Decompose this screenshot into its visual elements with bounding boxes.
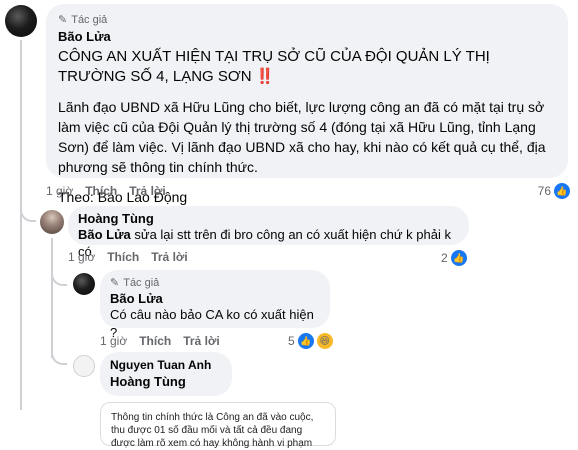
author-badge: ✎ Tác giả	[58, 13, 556, 27]
thumbs-up-icon: 👍	[450, 250, 467, 266]
reaction-summary[interactable]: 76 👍	[538, 183, 570, 199]
comment-actions: 1 giờ Thích Trả lời	[46, 184, 166, 198]
reaction-count: 76	[537, 184, 551, 198]
comment-bubble: Hoàng Tùng Bão Lửa sửa lại stt trên đi b…	[68, 206, 469, 259]
reaction-summary[interactable]: 2 👍	[441, 250, 467, 266]
thread-connector	[51, 270, 67, 286]
author-badge: ✎ Tác giả	[110, 276, 320, 290]
thread-line	[20, 40, 22, 410]
thread-connector	[51, 345, 67, 365]
comment-actions: 1 giờ Thích Trả lời	[100, 334, 220, 348]
double-exclamation-icon: ‼️	[255, 68, 275, 85]
comment-time[interactable]: 1 giờ	[100, 334, 127, 348]
comment-image[interactable]: Thông tin chính thức là Công an đã vào c…	[100, 402, 336, 449]
reply-button[interactable]: Trả lời	[151, 250, 188, 264]
comment-author[interactable]: Nguyen Tuan Anh	[110, 358, 222, 372]
reaction-count: 2	[441, 251, 448, 265]
comment-bubble: ✎ Tác giả Bão Lửa CÔNG AN XUẤT HIỆN TẠI …	[46, 4, 568, 205]
like-button[interactable]: Thích	[107, 250, 139, 264]
avatar[interactable]	[5, 5, 37, 37]
like-button[interactable]: Thích	[85, 184, 117, 198]
thread-line	[51, 238, 53, 358]
mention-link[interactable]: Hoàng Tùng	[110, 374, 222, 389]
image-caption-text: Thông tin chính thức là Công an đã vào c…	[111, 412, 314, 449]
thumbs-up-icon: 👍	[554, 183, 570, 199]
comment-author[interactable]: Bão Lửa	[110, 291, 320, 306]
thumbs-up-icon: 👍	[297, 333, 314, 349]
comment-paragraph: Lãnh đạo UBND xã Hữu Lũng cho biết, lực …	[58, 99, 546, 175]
reaction-count: 5	[288, 334, 295, 348]
reply-button[interactable]: Trả lời	[183, 334, 220, 348]
avatar[interactable]	[73, 273, 95, 295]
comment-time[interactable]: 1 giờ	[68, 250, 95, 264]
reply-button[interactable]: Trả lời	[129, 184, 166, 198]
author-badge-label: Tác giả	[71, 13, 108, 26]
author-badge-label: Tác giả	[123, 276, 160, 289]
pen-icon: ✎	[58, 14, 68, 26]
comment-author[interactable]: Bão Lửa	[58, 29, 556, 44]
avatar[interactable]	[73, 355, 95, 377]
avatar[interactable]	[40, 210, 64, 234]
comment-bubble: Nguyen Tuan Anh Hoàng Tùng	[100, 352, 232, 396]
comment-author[interactable]: Hoàng Tùng	[78, 211, 459, 226]
comment-headline: CÔNG AN XUẤT HIỆN TẠI TRỤ SỞ CŨ CỦA ĐỘI …	[58, 47, 556, 87]
reaction-summary[interactable]: 5 👍 😆	[288, 333, 333, 349]
pen-icon: ✎	[110, 277, 120, 289]
comment-time[interactable]: 1 giờ	[46, 184, 73, 198]
thread-connector	[20, 205, 36, 222]
like-button[interactable]: Thích	[139, 334, 171, 348]
laughing-face-icon: 😆	[316, 333, 333, 349]
comment-actions: 1 giờ Thích Trả lời	[68, 250, 188, 264]
comment-bubble: ✎ Tác giả Bão Lửa Có câu nào bảo CA ko c…	[100, 270, 330, 340]
mention-link[interactable]: Bão Lửa	[78, 227, 131, 242]
